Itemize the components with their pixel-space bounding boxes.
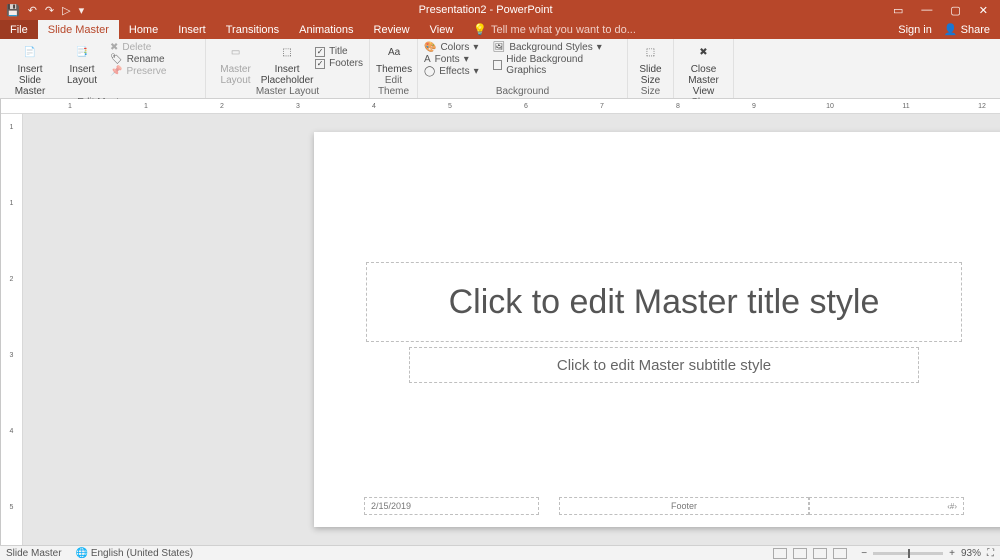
minimize-button[interactable]: —	[915, 4, 938, 16]
normal-view-icon[interactable]	[773, 548, 787, 559]
colors-dropdown[interactable]: 🎨 Colors ▾	[424, 42, 479, 53]
zoom-slider[interactable]	[873, 552, 943, 555]
status-lang[interactable]: 🌐 English (United States)	[76, 548, 194, 559]
reading-view-icon[interactable]	[813, 548, 827, 559]
title-placeholder[interactable]: Click to edit Master title style	[366, 262, 962, 342]
date-placeholder[interactable]: 2/15/2019	[364, 497, 539, 515]
delete-button: ✖ Delete	[110, 42, 166, 53]
slide-canvas[interactable]: Click to edit Master title style Click t…	[23, 114, 1000, 545]
tab-file[interactable]: File	[0, 20, 38, 39]
slide-number-placeholder[interactable]: ‹#›	[809, 497, 964, 515]
signin-link[interactable]: Sign in	[898, 24, 932, 36]
insert-slide-master-button[interactable]: 📄Insert Slide Master	[6, 42, 54, 97]
qat-save[interactable]: 💾	[6, 4, 20, 17]
qat-more[interactable]: ▾	[79, 4, 85, 17]
window-title: Presentation2 - PowerPoint	[84, 4, 887, 16]
tab-animations[interactable]: Animations	[289, 20, 363, 39]
view-buttons[interactable]	[773, 548, 847, 559]
horizontal-ruler[interactable]: 112345678910111213141516	[1, 99, 1000, 114]
hide-bg-graphics-checkbox[interactable]: Hide Background Graphics	[493, 54, 621, 76]
group-master-layout-label: Master Layout	[212, 86, 363, 97]
group-background-label: Background	[424, 86, 621, 97]
tab-transitions[interactable]: Transitions	[216, 20, 289, 39]
vertical-ruler[interactable]: 112345	[1, 114, 23, 545]
tab-view[interactable]: View	[420, 20, 464, 39]
tab-home[interactable]: Home	[119, 20, 168, 39]
share-button[interactable]: 👤 Share	[944, 23, 990, 36]
themes-button[interactable]: AaThemes	[376, 42, 412, 75]
fit-to-window-button[interactable]: ⛶	[987, 548, 994, 559]
qat-slideshow[interactable]: ▷	[62, 4, 70, 17]
thumbnail-panel[interactable]: 1 Click to edit Master title style • sec…	[0, 99, 1, 545]
qat-redo[interactable]: ↷	[45, 4, 54, 17]
background-styles-dropdown[interactable]: 🖼 Background Styles ▾	[493, 42, 621, 53]
subtitle-placeholder[interactable]: Click to edit Master subtitle style	[409, 347, 919, 383]
tab-review[interactable]: Review	[364, 20, 420, 39]
slide[interactable]: Click to edit Master title style Click t…	[314, 132, 1000, 527]
effects-dropdown[interactable]: ◯ Effects ▾	[424, 66, 479, 77]
fonts-dropdown[interactable]: A Fonts ▾	[424, 54, 479, 65]
insert-layout-button[interactable]: 📑Insert Layout	[58, 42, 106, 86]
ribbon-options-icon[interactable]: ▭	[887, 4, 909, 17]
tell-me-placeholder: Tell me what you want to do...	[491, 24, 636, 36]
title-checkbox[interactable]: ✓Title	[315, 46, 363, 57]
slideshow-view-icon[interactable]	[833, 548, 847, 559]
slide-size-button[interactable]: ⬚Slide Size	[634, 42, 667, 86]
zoom-in-button[interactable]: +	[949, 548, 955, 559]
status-mode: Slide Master	[6, 548, 62, 559]
tab-slide-master[interactable]: Slide Master	[38, 20, 119, 39]
zoom-out-button[interactable]: −	[861, 548, 867, 559]
master-layout-button: ▭Master Layout	[212, 42, 259, 86]
close-master-view-button[interactable]: ✖Close Master View	[680, 42, 727, 97]
sorter-view-icon[interactable]	[793, 548, 807, 559]
group-edit-theme-label: Edit Theme	[376, 75, 411, 97]
tell-me-search[interactable]: 💡Tell me what you want to do...	[463, 20, 898, 39]
tab-insert[interactable]: Insert	[168, 20, 216, 39]
footer-placeholder[interactable]: Footer	[559, 497, 809, 515]
close-window-button[interactable]: ✕	[973, 4, 994, 17]
footers-checkbox[interactable]: ✓Footers	[315, 58, 363, 69]
zoom-level[interactable]: 93%	[961, 548, 981, 559]
group-size-label: Size	[634, 86, 667, 97]
maximize-button[interactable]: ▢	[944, 4, 966, 17]
rename-button[interactable]: 🏷 Rename	[110, 54, 166, 65]
insert-placeholder-button[interactable]: ⬚Insert Placeholder	[263, 42, 311, 86]
share-label: Share	[961, 24, 990, 36]
qat-undo[interactable]: ↶	[28, 4, 37, 17]
preserve-button: 📌 Preserve	[110, 66, 166, 77]
